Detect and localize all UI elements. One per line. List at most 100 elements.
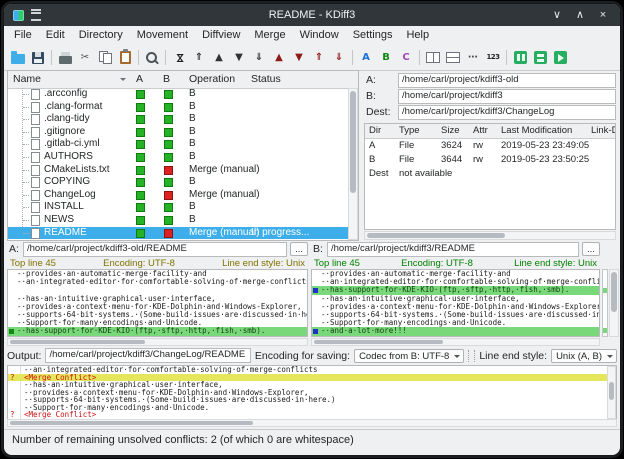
scrollbar-thumb[interactable] — [350, 91, 356, 193]
column-a[interactable]: A — [136, 73, 143, 85]
table-row[interactable]: Destnot available — [365, 167, 615, 181]
pane-a-text-area[interactable]: -·provides·an·automatic·merge·facility·a… — [7, 269, 308, 337]
table-cell: not available — [399, 168, 452, 179]
dir-row-CMakeLists.txt[interactable]: CMakeLists.txtMerge (manual) — [8, 164, 348, 177]
merge-output-editor[interactable]: -·an·integrated·editor·for·comfortable·s… — [7, 365, 617, 420]
dest-label: Dest: — [366, 106, 391, 118]
dir-row-.arcconfig[interactable]: .arcconfigB — [8, 88, 348, 101]
menu-window[interactable]: Window — [293, 26, 346, 45]
close-button[interactable]: × — [596, 5, 610, 25]
dir-row-NEWS[interactable]: NEWSB — [8, 214, 348, 227]
column-b[interactable]: B — [163, 73, 170, 85]
scrollbar-thumb[interactable] — [367, 233, 505, 238]
output-line: ?<Merge Conflict> — [8, 411, 616, 419]
open-button[interactable] — [8, 48, 28, 68]
select-line-a-button[interactable]: A — [356, 48, 376, 68]
info-panel-hscrollbar[interactable] — [364, 231, 616, 240]
go-to-current-delta-button[interactable]: ⋈ — [169, 48, 189, 68]
scrollbar-thumb[interactable] — [314, 340, 443, 344]
directory-list-vscrollbar[interactable] — [348, 88, 358, 240]
menu-file[interactable]: File — [7, 26, 39, 45]
table-row[interactable]: AFile3624rw2019-05-23 23:49:05 — [365, 139, 615, 153]
go-to-next-conflict-button[interactable]: ▼ — [289, 48, 309, 68]
table-row[interactable]: BFile3644rw2019-05-23 23:50:25 — [365, 153, 615, 167]
output-vscrollbar[interactable] — [607, 366, 616, 419]
find-button[interactable] — [142, 48, 162, 68]
operation-value: B — [189, 138, 196, 151]
dir-row-AUTHORS[interactable]: AUTHORSB — [8, 151, 348, 164]
output-hscrollbar[interactable] — [7, 419, 617, 427]
diff-overview-column[interactable] — [602, 269, 608, 337]
application-menu-icon[interactable] — [31, 9, 41, 21]
go-to-next-unsolved-conflict-button[interactable]: ⇓ — [329, 48, 349, 68]
column-operation[interactable]: Operation — [189, 73, 235, 85]
dir-row-.gitignore[interactable]: .gitignoreB — [8, 126, 348, 139]
minimize-button[interactable]: ∨ — [550, 5, 564, 25]
output-path-field[interactable]: /home/carl/project/kdiff3/ChangeLog/READ… — [45, 348, 250, 363]
pane-b-hscrollbar[interactable] — [311, 338, 600, 346]
menu-help[interactable]: Help — [399, 26, 436, 45]
show-whitespace-characters-button[interactable]: ⋯ — [463, 48, 483, 68]
dir-row-ChangeLog[interactable]: ChangeLogMerge (manual) — [8, 189, 348, 202]
menu-settings[interactable]: Settings — [346, 26, 400, 45]
go-to-previous-conflict-button[interactable]: ▲ — [269, 48, 289, 68]
go-to-last-delta-button[interactable]: ⇓ — [249, 48, 269, 68]
dir-row-COPYING[interactable]: COPYINGB — [8, 176, 348, 189]
run-operation-for-current-item-button[interactable] — [530, 48, 550, 68]
go-to-next-delta-button[interactable]: ▼ — [229, 48, 249, 68]
cut-button[interactable]: ✂ — [75, 48, 95, 68]
dir-row-INSTALL[interactable]: INSTALLB — [8, 201, 348, 214]
pane-b-browse-button[interactable]: ... — [582, 242, 600, 256]
dir-row-.clang-tidy[interactable]: .clang-tidyB — [8, 113, 348, 126]
pane-b-text-area[interactable]: -·provides·an·automatic·merge·facility·a… — [311, 269, 600, 337]
maximize-button[interactable]: ∧ — [573, 5, 587, 25]
dir-row-.gitlab-ci.yml[interactable]: .gitlab-ci.ymlB — [8, 138, 348, 151]
pane-b-label: B: — [313, 243, 323, 255]
menu-directory[interactable]: Directory — [72, 26, 130, 45]
scrollbar-thumb[interactable] — [609, 382, 614, 400]
dir-row-.clang-format[interactable]: .clang-formatB — [8, 101, 348, 114]
select-line-b-button[interactable]: B — [376, 48, 396, 68]
directory-list-header[interactable]: Name A B Operation Status — [8, 71, 358, 89]
operation-value: B — [189, 176, 196, 189]
column-name[interactable]: Name — [13, 73, 41, 85]
run-operation-for-all-items-button[interactable] — [550, 48, 570, 68]
status-square-a — [136, 90, 145, 99]
titlebar[interactable]: README - KDiff3 ∨ ∧ × — [4, 4, 620, 26]
diff-vscrollbar[interactable] — [609, 269, 619, 337]
go-to-first-delta-button[interactable]: ⇑ — [189, 48, 209, 68]
line-end-combo[interactable]: Unix (A, B) — [551, 349, 617, 363]
merge-current-file-button[interactable] — [510, 48, 530, 68]
b-path-field[interactable]: /home/carl/project/kdiff3 — [398, 89, 616, 104]
scrollbar-thumb[interactable] — [10, 421, 253, 425]
menu-edit[interactable]: Edit — [39, 26, 72, 45]
pane-b-path-field[interactable]: /home/carl/project/kdiff3/README — [327, 242, 579, 257]
encoding-combo[interactable]: Codec from B: UTF-8 — [354, 349, 464, 363]
a-label: A: — [366, 74, 376, 86]
go-to-previous-unsolved-conflict-button[interactable]: ⇑ — [309, 48, 329, 68]
scrollbar-thumb[interactable] — [611, 272, 617, 312]
paste-button[interactable] — [115, 48, 135, 68]
pane-a-hscrollbar[interactable] — [7, 338, 308, 346]
split-view-button[interactable] — [423, 48, 443, 68]
dest-path-field[interactable]: /home/carl/project/kdiff3/ChangeLog — [398, 105, 616, 120]
change-split-orientation-button[interactable] — [443, 48, 463, 68]
pane-a-path-field[interactable]: /home/carl/project/kdiff3-old/README — [23, 242, 287, 257]
pane-a-browse-button[interactable]: ... — [290, 242, 308, 256]
a-path-field[interactable]: /home/carl/project/kdiff3-old — [398, 73, 616, 88]
scrollbar-thumb[interactable] — [10, 340, 145, 344]
go-to-previous-delta-button[interactable]: ▲ — [209, 48, 229, 68]
menu-diffview[interactable]: Diffview — [195, 26, 247, 45]
menu-movement[interactable]: Movement — [130, 26, 195, 45]
dir-row-README[interactable]: READMEMerge (manual)In progress... — [8, 227, 348, 239]
menu-merge[interactable]: Merge — [247, 26, 292, 45]
show-line-numbers-button[interactable]: 123 — [483, 48, 503, 68]
operation-value: B — [189, 126, 196, 139]
print-button[interactable] — [55, 48, 75, 68]
splitter-handle[interactable] — [468, 350, 475, 362]
column-status[interactable]: Status — [251, 73, 281, 85]
select-line-c-button[interactable]: C — [396, 48, 416, 68]
b-label: B: — [366, 90, 376, 102]
save-button[interactable] — [28, 48, 48, 68]
copy-button[interactable] — [95, 48, 115, 68]
